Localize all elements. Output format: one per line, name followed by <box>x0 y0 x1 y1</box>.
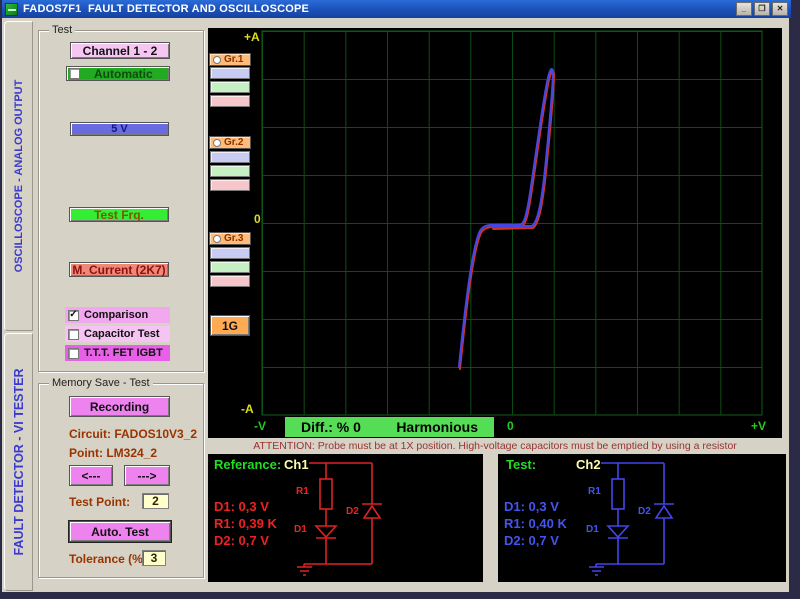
reference-d2-value: D2: 0,7 V <box>214 533 269 548</box>
diode-d1-symbol <box>606 525 630 539</box>
gr2-color-swatch-green[interactable] <box>210 165 250 177</box>
close-button[interactable]: ✕ <box>772 2 788 16</box>
gr2-label: Gr.2 <box>224 137 244 148</box>
automatic-label: Automatic <box>94 66 153 81</box>
reference-r1-label: R1 <box>296 486 309 497</box>
test-group-label: Test <box>49 24 76 36</box>
max-current-button[interactable]: M. Current (2K7) <box>69 262 169 277</box>
capacitor-test-label: Capacitor Test <box>84 328 160 340</box>
capacitor-test-checkbox-row[interactable]: Capacitor Test <box>65 326 170 342</box>
gr1-radio[interactable] <box>213 55 221 64</box>
ttt-fet-igbt-label: T.T.T. FET IGBT <box>84 347 163 359</box>
scope-grid <box>261 30 763 416</box>
automatic-checkbox[interactable] <box>69 68 80 79</box>
comparison-label: Comparison <box>84 309 149 321</box>
app-icon <box>5 2 18 16</box>
ground-symbol <box>297 566 312 576</box>
gr2-color-swatch-blue[interactable] <box>210 151 250 163</box>
tolerance-value[interactable]: 3 <box>142 550 166 566</box>
diode-d2-symbol <box>654 504 674 519</box>
axis-label-plus-a: +A <box>244 30 260 44</box>
gr3-color-swatch-green[interactable] <box>210 261 250 273</box>
previous-point-button[interactable]: <--- <box>69 465 113 486</box>
test-d1-label: D1 <box>586 524 599 535</box>
memory-group-label: Memory Save - Test <box>49 377 153 389</box>
gr1-color-swatch-blue[interactable] <box>210 67 250 79</box>
ground-symbol <box>589 566 604 576</box>
scope-graticule-and-trace <box>261 30 763 416</box>
tab-fault-detector-vi-tester[interactable]: FAULT DETECTOR - VI TESTER <box>4 333 33 591</box>
test-point-value[interactable]: 2 <box>142 493 169 509</box>
diff-status-bar: Diff.: % 0 Harmonious <box>285 417 494 437</box>
test-circuit-diagram <box>589 462 674 576</box>
title-bar[interactable]: FADOS7F1 FAULT DETECTOR AND OSCILLOSCOPE… <box>2 0 791 18</box>
reference-d1-label: D1 <box>294 524 307 535</box>
diode-d1-symbol <box>314 525 338 539</box>
test-d2-label: D2 <box>638 506 651 517</box>
automatic-toggle[interactable]: Automatic <box>66 66 170 81</box>
reference-measurements: D1: 0,3 V R1: 0,39 K D2: 0,7 V <box>214 498 277 549</box>
gr1-color-swatch-green[interactable] <box>210 81 250 93</box>
circuit-name-label: Circuit: FADOS10V3_2 <box>69 427 198 441</box>
test-point-label: Test Point: <box>69 495 131 509</box>
gr1-label: Gr.1 <box>224 54 244 65</box>
axis-label-plus-v: +V <box>751 419 767 433</box>
axis-label-minus-v: -V <box>254 419 266 433</box>
recording-button[interactable]: Recording <box>69 396 170 417</box>
window-title: FADOS7F1 FAULT DETECTOR AND OSCILLOSCOPE <box>23 3 310 15</box>
gr1-button[interactable]: Gr.1 <box>209 53 251 66</box>
gr1-color-swatch-pink[interactable] <box>210 95 250 107</box>
tab-oscilloscope-analog-output[interactable]: OSCILLOSCOPE - ANALOG OUTPUT <box>4 21 33 331</box>
gr3-button[interactable]: Gr.3 <box>209 232 251 245</box>
reference-channel: Ch1 <box>284 457 309 472</box>
gr2-radio[interactable] <box>213 138 221 147</box>
oscilloscope-display: +A 0 -A -V 0 +V Gr.1 Gr.2 Gr.3 1G Diff.:… <box>208 28 782 438</box>
capacitor-test-checkbox[interactable] <box>68 328 79 340</box>
gr2-button[interactable]: Gr.2 <box>209 136 251 149</box>
ttt-fet-igbt-checkbox-row[interactable]: T.T.T. FET IGBT <box>65 345 170 361</box>
gr3-color-swatch-pink[interactable] <box>210 275 250 287</box>
reference-d2-label: D2 <box>346 506 359 517</box>
diff-value: Diff.: % 0 <box>301 419 361 435</box>
reference-title: Referance: <box>214 457 282 472</box>
gr3-label: Gr.3 <box>224 233 244 244</box>
minimize-button[interactable]: _ <box>736 2 752 16</box>
diode-d2-symbol <box>362 504 382 519</box>
auto-test-button[interactable]: Auto. Test <box>68 520 172 543</box>
resistor-symbol <box>611 478 625 510</box>
point-name-label: Point: LM324_2 <box>69 446 158 460</box>
ttt-fet-igbt-checkbox[interactable] <box>68 347 79 359</box>
voltage-button[interactable]: 5 V <box>70 122 169 136</box>
next-point-button[interactable]: ---> <box>124 465 170 486</box>
reference-r1-value: R1: 0,39 K <box>214 516 277 531</box>
axis-label-minus-a: -A <box>241 402 254 416</box>
gr2-color-swatch-pink[interactable] <box>210 179 250 191</box>
test-r1-label: R1 <box>588 486 601 497</box>
tolerance-label: Tolerance (%) <box>69 552 147 566</box>
reference-circuit-panel: Referance: Ch1 D1: 0,3 V R1: 0,39 K D2: … <box>208 454 483 582</box>
reference-d1-value: D1: 0,3 V <box>214 499 269 514</box>
channel-1-2-button[interactable]: Channel 1 - 2 <box>70 42 170 59</box>
gain-1g-button[interactable]: 1G <box>210 315 250 336</box>
resistor-symbol <box>319 478 333 510</box>
app-window: FADOS7F1 FAULT DETECTOR AND OSCILLOSCOPE… <box>0 0 791 592</box>
test-circuit-panel: Test: Ch2 D1: 0,3 V R1: 0,40 K D2: 0,7 V… <box>498 454 786 582</box>
axis-label-zero-bottom: 0 <box>507 419 514 433</box>
tab-label: FAULT DETECTOR - VI TESTER <box>11 368 26 556</box>
comparison-checkbox[interactable]: ✓ <box>68 309 79 321</box>
attention-warning: ATTENTION: Probe must be at 1X position.… <box>253 440 737 452</box>
test-frequency-button[interactable]: Test Frq. <box>69 207 169 222</box>
comparison-checkbox-row[interactable]: ✓ Comparison <box>65 307 170 323</box>
gr3-color-swatch-blue[interactable] <box>210 247 250 259</box>
restore-button[interactable]: ❐ <box>754 2 770 16</box>
gr3-radio[interactable] <box>213 234 221 243</box>
tab-label: OSCILLOSCOPE - ANALOG OUTPUT <box>12 79 25 273</box>
axis-label-zero-left: 0 <box>254 212 261 226</box>
comparison-status: Harmonious <box>396 419 478 435</box>
